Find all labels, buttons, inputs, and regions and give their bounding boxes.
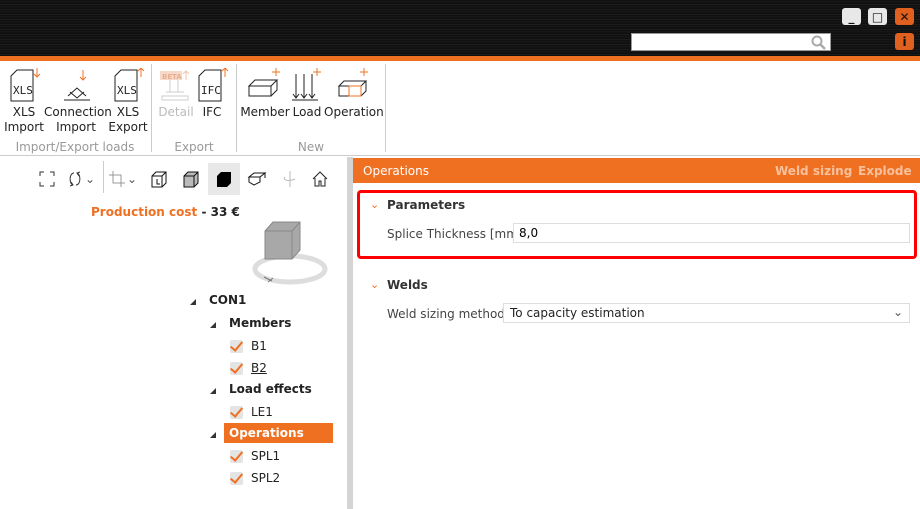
operation-icon [324, 66, 382, 102]
xls-export-button[interactable]: XLS XLS Export [108, 66, 148, 135]
tree-operations[interactable]: Operations [224, 423, 333, 443]
maximize-button[interactable]: □ [868, 8, 887, 25]
splice-thickness-label: Splice Thickness [mm] [387, 227, 523, 241]
operations-title: Operations [363, 164, 429, 178]
label: Load [292, 105, 322, 119]
label: XLS [12, 105, 36, 119]
solid-view-icon[interactable] [208, 163, 240, 195]
group-label: Export [174, 140, 214, 154]
detail-button: BETA Detail [157, 66, 195, 120]
collapse-icon[interactable] [190, 299, 196, 305]
ifc-export-icon: IFC [195, 66, 229, 102]
svg-text:XLS: XLS [117, 84, 137, 97]
weld-sizing-button[interactable]: Weld sizing [775, 164, 852, 178]
crop-dropdown-chevron-icon[interactable]: ⌄ [124, 165, 140, 193]
collapse-icon[interactable] [210, 432, 216, 438]
minimize-button[interactable]: _ [842, 8, 861, 25]
xls-export-icon: XLS [108, 66, 148, 102]
splice-thickness-input[interactable] [513, 223, 910, 243]
mirror-icon[interactable] [275, 165, 305, 193]
label: Connection [44, 105, 112, 119]
svg-text:XLS: XLS [13, 84, 33, 97]
label: Import [56, 120, 96, 134]
tree-root-con1[interactable]: CON1 [209, 293, 246, 307]
connection-import-button[interactable]: Connection Import [44, 66, 112, 135]
production-cost-label: Production cost [91, 205, 198, 219]
search-input[interactable] [631, 33, 831, 51]
label: Member [240, 105, 290, 119]
separator: - [201, 205, 207, 219]
label: IFC [202, 105, 222, 119]
operations-panel: Operations Weld sizing Explode ⌄ Paramet… [353, 157, 920, 509]
info-button[interactable]: i [895, 33, 914, 50]
divider [151, 64, 152, 152]
label: Detail [158, 105, 194, 119]
search-icon [811, 35, 826, 50]
label: Export [108, 120, 148, 134]
svg-text:IFC: IFC [201, 84, 221, 97]
member-icon [240, 66, 290, 102]
label: Operation [324, 105, 384, 119]
production-cost: Production cost - 33 € [91, 205, 240, 219]
new-load-button[interactable]: Load [290, 66, 324, 120]
left-panel: ⌄ ⌄ Production cost - 33 € CON1 Members … [0, 157, 347, 509]
chevron-down-icon[interactable]: ⌄ [370, 278, 379, 291]
transparent-view-icon[interactable] [176, 165, 206, 193]
checkbox-spl2[interactable] [230, 472, 243, 485]
tree-item-b2[interactable]: B2 [251, 361, 267, 375]
parameters-section-title[interactable]: Parameters [387, 198, 465, 212]
xls-import-icon: XLS [4, 66, 44, 102]
chevron-down-icon: ⌄ [892, 305, 903, 319]
tree-item-le1[interactable]: LE1 [251, 405, 273, 419]
checkbox-le1[interactable] [230, 406, 243, 419]
rotate-dropdown-chevron-icon[interactable]: ⌄ [82, 165, 98, 193]
tree-load-effects[interactable]: Load effects [229, 382, 312, 396]
weld-sizing-method-select[interactable]: To capacity estimation ⌄ [503, 303, 910, 323]
label: Import [4, 120, 44, 134]
ribbon: XLS XLS Import Connection Import XLS XLS Ex… [0, 61, 920, 156]
label: XLS [116, 105, 140, 119]
checkbox-b1[interactable] [230, 340, 243, 353]
operations-header: Operations Weld sizing Explode [353, 158, 920, 183]
svg-text:BETA: BETA [162, 73, 182, 81]
collapse-icon[interactable] [210, 322, 216, 328]
tree-item-b1[interactable]: B1 [251, 339, 267, 353]
new-member-button[interactable]: Member [240, 66, 290, 120]
group-label: New [297, 140, 325, 154]
zoom-fit-icon[interactable] [32, 165, 62, 193]
view-cube-icon[interactable] [250, 217, 335, 292]
collapse-icon[interactable] [210, 388, 216, 394]
connection-import-icon [44, 66, 108, 102]
wireframe-view-icon[interactable] [144, 165, 174, 193]
weld-sizing-method-label: Weld sizing method [387, 307, 505, 321]
chevron-down-icon[interactable]: ⌄ [370, 198, 379, 211]
ifc-button[interactable]: IFC IFC [195, 66, 229, 120]
divider [236, 64, 237, 152]
detail-beta-icon: BETA [157, 66, 195, 102]
selected-value: To capacity estimation [510, 306, 645, 320]
group-label: Import/Export loads [15, 140, 135, 154]
section-view-icon[interactable] [242, 165, 272, 193]
tree-item-spl2[interactable]: SPL2 [251, 471, 280, 485]
xls-import-button[interactable]: XLS XLS Import [4, 66, 44, 135]
tree-members[interactable]: Members [229, 316, 291, 330]
explode-button[interactable]: Explode [858, 164, 912, 178]
close-button[interactable]: ✕ [895, 8, 914, 25]
checkbox-b2[interactable] [230, 362, 243, 375]
production-cost-value: 33 € [210, 205, 240, 219]
welds-section-title[interactable]: Welds [387, 278, 428, 292]
divider [385, 64, 386, 152]
home-icon[interactable] [305, 165, 335, 193]
checkbox-spl1[interactable] [230, 450, 243, 463]
load-icon [290, 66, 324, 102]
new-operation-button[interactable]: Operation [324, 66, 384, 120]
tree-item-spl1[interactable]: SPL1 [251, 449, 280, 463]
